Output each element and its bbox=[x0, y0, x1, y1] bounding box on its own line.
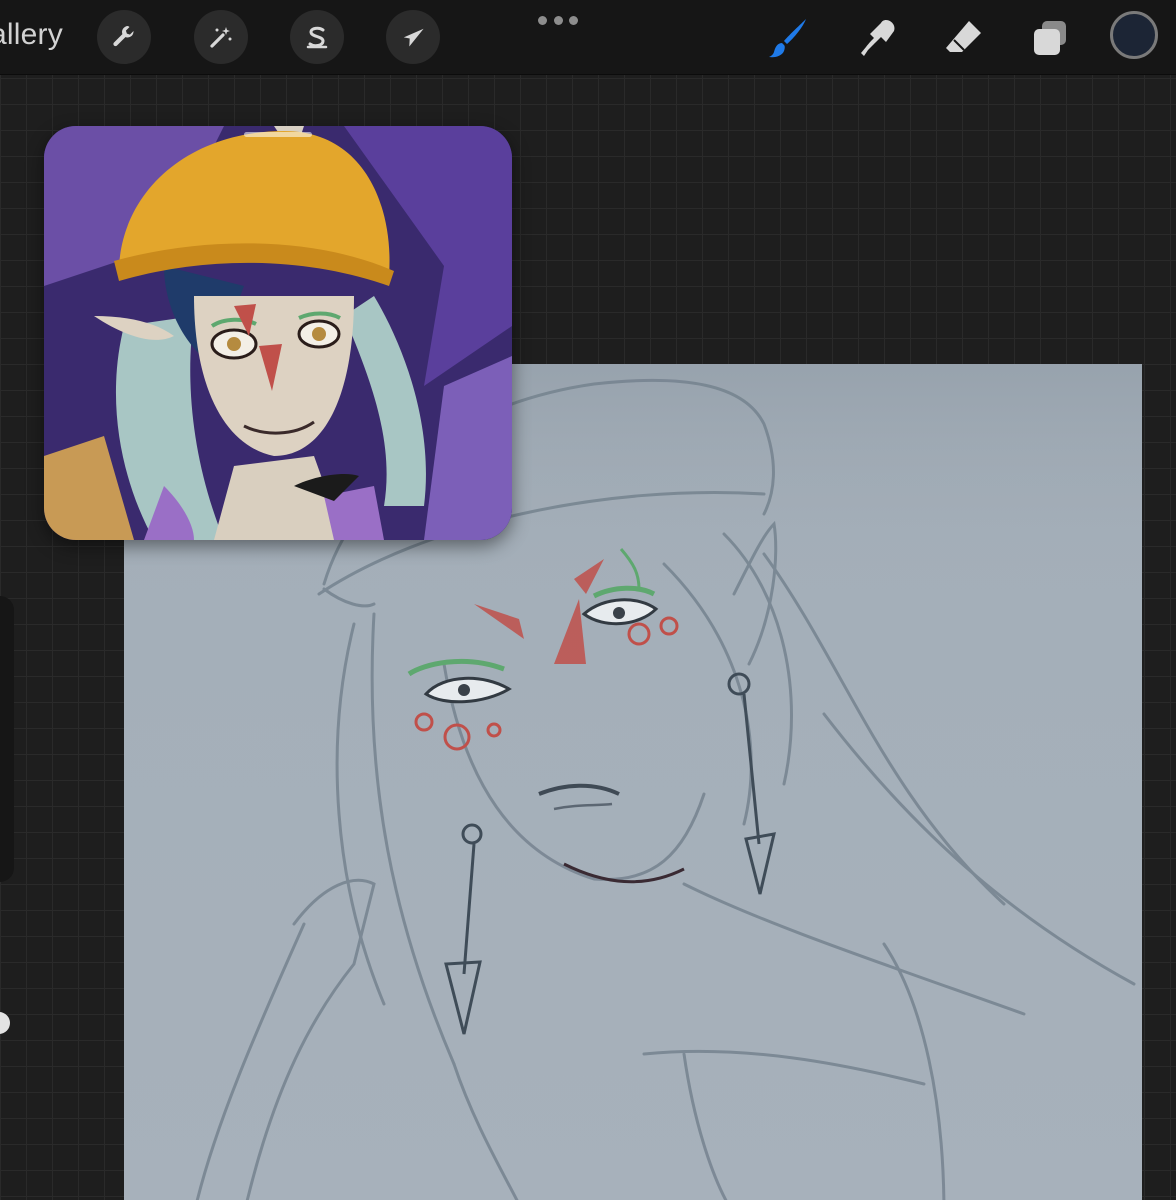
transform-button[interactable] bbox=[386, 10, 440, 64]
selection-s-icon bbox=[306, 26, 328, 49]
color-picker-button[interactable] bbox=[1110, 11, 1158, 59]
opacity-slider[interactable] bbox=[0, 1012, 10, 1034]
top-toolbar: allery bbox=[0, 0, 1176, 75]
brush-tool-button[interactable] bbox=[762, 12, 814, 64]
gallery-button[interactable]: allery bbox=[0, 18, 63, 52]
eraser-icon bbox=[946, 21, 981, 52]
layers-button[interactable] bbox=[1024, 12, 1076, 64]
procreate-app: allery bbox=[0, 0, 1176, 1200]
ellipsis-icon[interactable] bbox=[538, 12, 578, 28]
paintbrush-icon bbox=[769, 19, 806, 58]
selection-button[interactable] bbox=[290, 10, 344, 64]
smudge-tool-button[interactable] bbox=[852, 12, 904, 64]
arrow-cursor-icon bbox=[403, 28, 424, 47]
left-sidebar bbox=[0, 596, 14, 882]
reference-drag-handle[interactable] bbox=[244, 132, 312, 137]
smudge-finger-icon bbox=[861, 20, 895, 56]
wrench-icon bbox=[113, 26, 134, 47]
layers-icon bbox=[1034, 21, 1066, 55]
actions-button[interactable] bbox=[97, 10, 151, 64]
reference-portrait bbox=[44, 126, 512, 540]
eraser-tool-button[interactable] bbox=[938, 12, 990, 64]
adjustments-button[interactable] bbox=[194, 10, 248, 64]
reference-window[interactable] bbox=[44, 126, 512, 540]
magic-wand-icon bbox=[210, 27, 232, 48]
